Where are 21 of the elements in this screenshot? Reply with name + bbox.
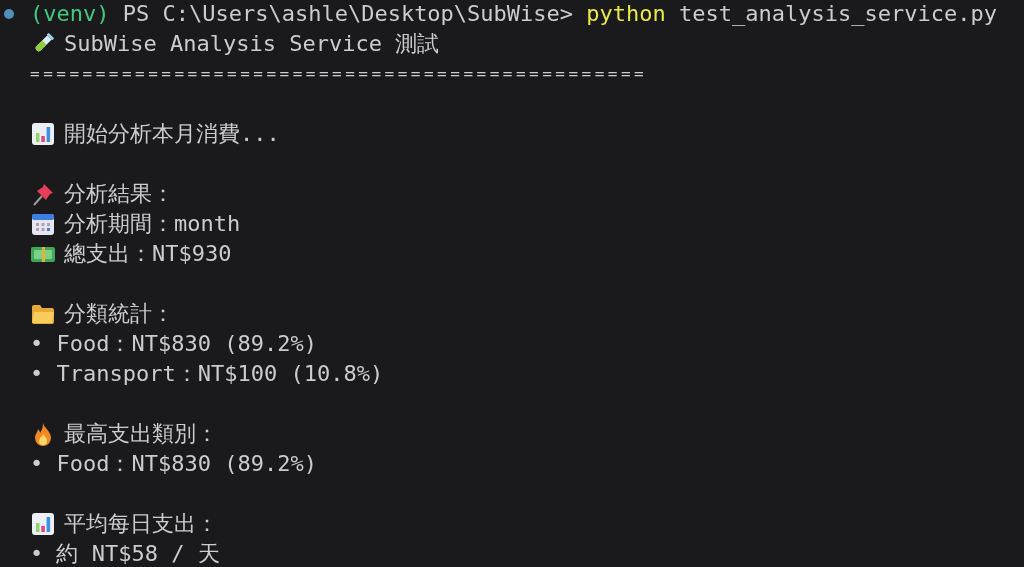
bullet-line: • Food：NT$830 (89.2%) xyxy=(30,330,317,358)
calendar-icon xyxy=(30,211,56,237)
output-line: 總支出：NT$930 xyxy=(64,240,232,268)
separator-line: =============================================== xyxy=(30,63,648,85)
output-line: 平均每日支出： xyxy=(64,510,218,538)
output-line: 分類統計： xyxy=(64,300,174,328)
pushpin-icon xyxy=(30,181,56,207)
prompt-path: PS C:\Users\ashle\Desktop\SubWise> xyxy=(122,1,574,26)
command-text: python xyxy=(586,1,666,26)
output-line: 最高支出類別： xyxy=(64,420,218,448)
bullet-line: • 約 NT$58 / 天 xyxy=(30,540,220,567)
venv-label: (venv) xyxy=(30,1,110,26)
bar-chart-icon xyxy=(30,511,56,537)
output-line: 分析期間：month xyxy=(64,210,241,238)
bullet-line: • Transport：NT$100 (10.8%) xyxy=(30,360,384,388)
command-argument: test_analysis_service.py xyxy=(679,1,997,26)
bar-chart-icon xyxy=(30,121,56,147)
output-line: SubWise Analysis Service 測試 xyxy=(64,30,440,58)
bullet-line: • Food：NT$830 (89.2%) xyxy=(30,450,317,478)
output-line: 開始分析本月消費... xyxy=(64,120,280,148)
output-line: 分析結果： xyxy=(64,180,174,208)
